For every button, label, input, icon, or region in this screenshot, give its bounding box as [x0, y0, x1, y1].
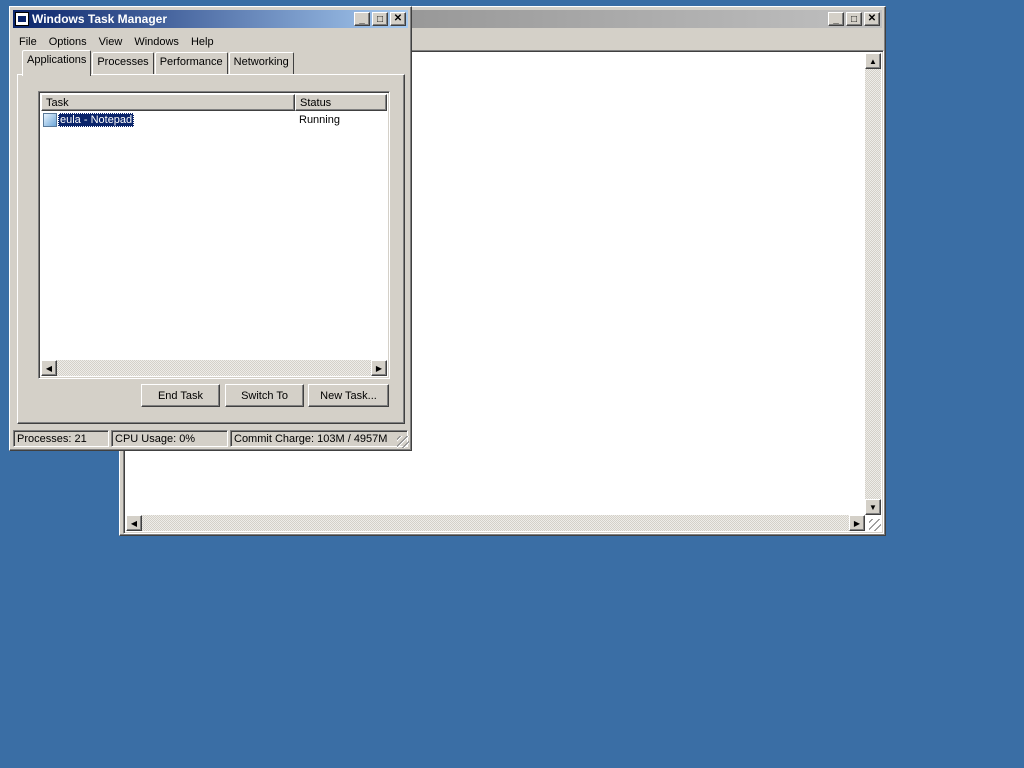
status-cpu-usage: CPU Usage: 0% [111, 430, 228, 447]
tab-strip: Applications Processes Performance Netwo… [22, 50, 295, 76]
maximize-button[interactable]: □ [372, 12, 388, 26]
task-row[interactable]: eula - Notepad Running [43, 111, 387, 129]
menu-view[interactable]: View [93, 33, 129, 53]
task-manager-titlebar[interactable]: Windows Task Manager _ □ ✕ [13, 10, 408, 28]
applications-panel: Task Status eula - Notepad Running ◀ ▶ [17, 74, 405, 424]
scroll-left-button[interactable]: ◀ [126, 515, 142, 531]
notepad-horizontal-scrollbar[interactable]: ◀ ▶ [126, 515, 865, 531]
notepad-size-grip[interactable] [869, 519, 881, 531]
status-bar: Processes: 21 CPU Usage: 0% Commit Charg… [13, 430, 408, 448]
minimize-button[interactable]: _ [354, 12, 370, 26]
notepad-vertical-scrollbar[interactable]: ▲ ▼ [865, 53, 881, 515]
task-list[interactable]: Task Status eula - Notepad Running ◀ ▶ [38, 91, 390, 379]
switch-to-button[interactable]: Switch To [225, 384, 304, 407]
menu-help[interactable]: Help [185, 33, 220, 53]
close-button[interactable]: ✕ [390, 12, 406, 26]
task-manager-window[interactable]: Windows Task Manager _ □ ✕ File Options … [9, 6, 412, 451]
tab-applications[interactable]: Applications [22, 50, 92, 76]
notepad-minimize-button[interactable]: _ [828, 12, 844, 26]
scroll-right-button[interactable]: ▶ [371, 360, 387, 376]
notepad-close-button[interactable]: ✕ [864, 12, 880, 26]
new-task-button[interactable]: New Task... [308, 384, 389, 407]
column-task[interactable]: Task [41, 94, 295, 111]
task-list-horizontal-scrollbar[interactable]: ◀ ▶ [41, 360, 387, 376]
notepad-icon [43, 113, 57, 127]
task-list-header: Task Status [41, 94, 387, 111]
end-task-button[interactable]: End Task [141, 384, 220, 407]
tab-performance[interactable]: Performance [154, 52, 228, 75]
scroll-right-button[interactable]: ▶ [849, 515, 865, 531]
notepad-maximize-button[interactable]: □ [846, 12, 862, 26]
status-processes: Processes: 21 [13, 430, 109, 447]
task-manager-icon [15, 12, 29, 26]
window-title: Windows Task Manager [32, 12, 168, 26]
status-commit-charge: Commit Charge: 103M / 4957M [230, 430, 408, 447]
task-status: Running [299, 114, 340, 126]
scroll-down-button[interactable]: ▼ [865, 499, 881, 515]
size-grip[interactable] [397, 436, 409, 448]
menu-windows[interactable]: Windows [128, 33, 185, 53]
scroll-up-button[interactable]: ▲ [865, 53, 881, 69]
column-status[interactable]: Status [295, 94, 387, 111]
scroll-left-button[interactable]: ◀ [41, 360, 57, 376]
task-name: eula - Notepad [58, 113, 135, 127]
tab-processes[interactable]: Processes [92, 52, 154, 75]
tab-networking[interactable]: Networking [228, 52, 294, 75]
